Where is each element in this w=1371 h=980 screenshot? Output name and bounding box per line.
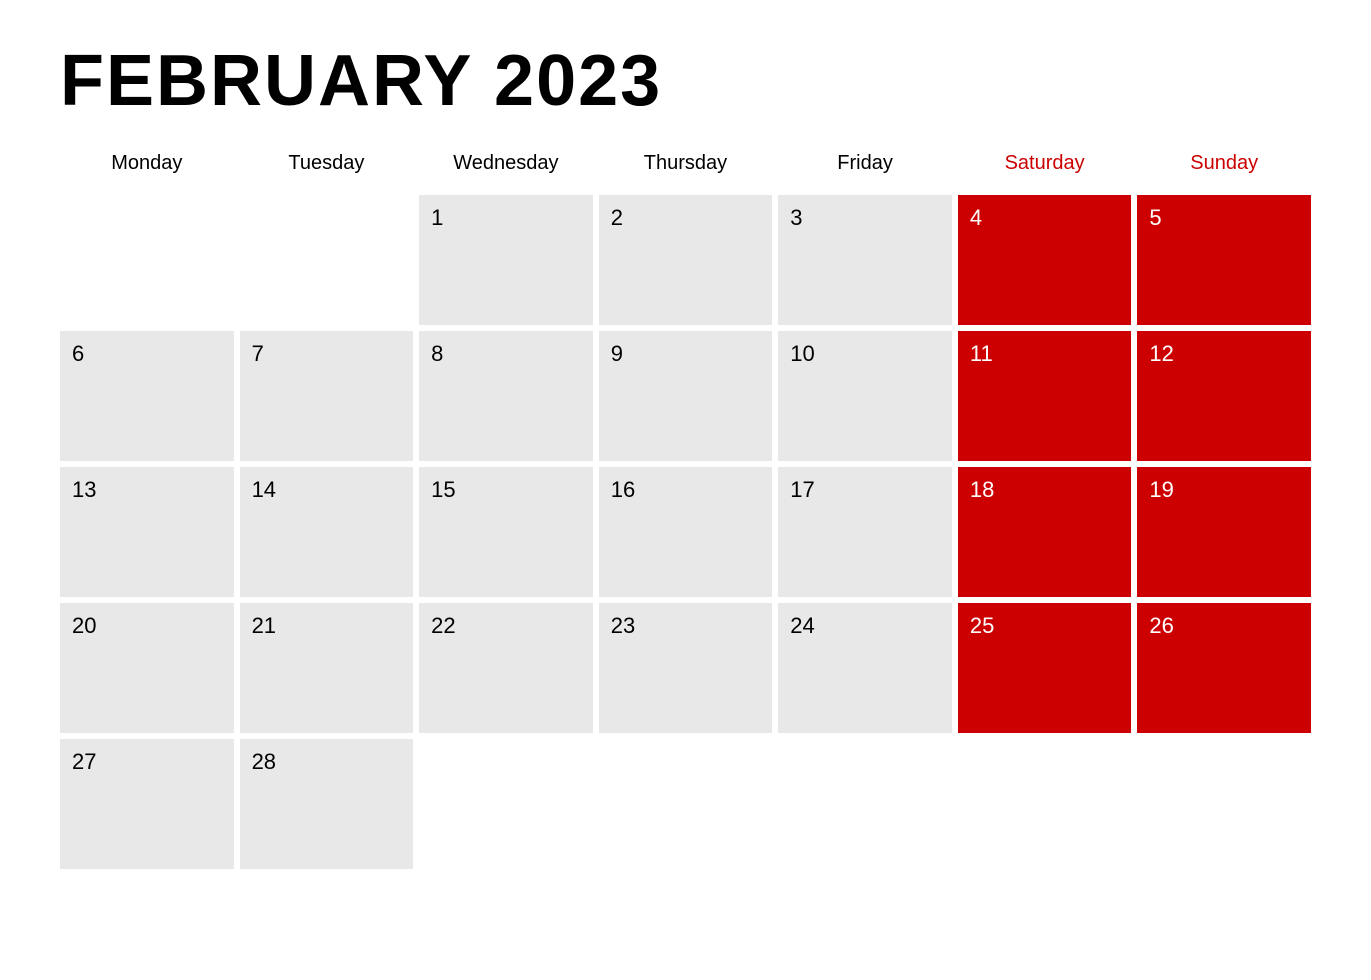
day-cell[interactable]: 28 (240, 739, 414, 869)
day-cell[interactable]: 20 (60, 603, 234, 733)
day-number: 3 (790, 205, 802, 230)
day-cell[interactable]: 11 (958, 331, 1132, 461)
day-cell[interactable] (240, 195, 414, 325)
day-cell[interactable] (1137, 739, 1311, 869)
day-cell[interactable]: 8 (419, 331, 593, 461)
day-cell[interactable] (958, 739, 1132, 869)
day-number: 26 (1149, 613, 1173, 638)
day-cell[interactable] (419, 739, 593, 869)
day-cell[interactable]: 18 (958, 467, 1132, 597)
day-number: 2 (611, 205, 623, 230)
day-cell[interactable]: 24 (778, 603, 952, 733)
calendar-grid: MondayTuesdayWednesdayThursdayFridaySatu… (60, 142, 1311, 869)
day-number: 9 (611, 341, 623, 366)
day-header-friday: Friday (778, 142, 952, 189)
day-number: 17 (790, 477, 814, 502)
day-cell[interactable]: 21 (240, 603, 414, 733)
day-header-wednesday: Wednesday (419, 142, 593, 189)
day-cell[interactable]: 12 (1137, 331, 1311, 461)
day-number: 16 (611, 477, 635, 502)
day-number: 7 (252, 341, 264, 366)
day-cell[interactable]: 4 (958, 195, 1132, 325)
day-cell[interactable]: 2 (599, 195, 773, 325)
day-cell[interactable]: 15 (419, 467, 593, 597)
calendar-container: FEBRUARY 2023 MondayTuesdayWednesdayThur… (0, 0, 1371, 980)
day-number: 22 (431, 613, 455, 638)
day-number: 14 (252, 477, 276, 502)
day-cell[interactable]: 25 (958, 603, 1132, 733)
day-cell[interactable]: 23 (599, 603, 773, 733)
day-number: 25 (970, 613, 994, 638)
day-cell[interactable] (778, 739, 952, 869)
day-cell[interactable] (60, 195, 234, 325)
day-cell[interactable]: 10 (778, 331, 952, 461)
day-cell[interactable]: 22 (419, 603, 593, 733)
day-header-monday: Monday (60, 142, 234, 189)
day-number: 20 (72, 613, 96, 638)
day-header-sunday: Sunday (1137, 142, 1311, 189)
day-cell[interactable]: 27 (60, 739, 234, 869)
day-number: 4 (970, 205, 982, 230)
day-cell[interactable]: 1 (419, 195, 593, 325)
day-cell[interactable]: 17 (778, 467, 952, 597)
day-number: 15 (431, 477, 455, 502)
day-cell[interactable]: 14 (240, 467, 414, 597)
day-number: 1 (431, 205, 443, 230)
day-cell[interactable]: 5 (1137, 195, 1311, 325)
calendar-title: FEBRUARY 2023 (60, 40, 1311, 122)
day-cell[interactable]: 19 (1137, 467, 1311, 597)
day-number: 19 (1149, 477, 1173, 502)
day-number: 24 (790, 613, 814, 638)
day-cell[interactable]: 26 (1137, 603, 1311, 733)
day-cell[interactable]: 6 (60, 331, 234, 461)
day-number: 28 (252, 749, 276, 774)
day-number: 10 (790, 341, 814, 366)
day-header-saturday: Saturday (958, 142, 1132, 189)
day-number: 18 (970, 477, 994, 502)
day-cell[interactable]: 16 (599, 467, 773, 597)
day-number: 6 (72, 341, 84, 366)
day-number: 12 (1149, 341, 1173, 366)
day-number: 11 (970, 341, 993, 366)
day-cell[interactable]: 3 (778, 195, 952, 325)
day-number: 5 (1149, 205, 1161, 230)
day-cell[interactable]: 13 (60, 467, 234, 597)
day-cell[interactable]: 7 (240, 331, 414, 461)
day-header-tuesday: Tuesday (240, 142, 414, 189)
day-number: 23 (611, 613, 635, 638)
day-cell[interactable] (599, 739, 773, 869)
day-header-thursday: Thursday (599, 142, 773, 189)
day-cell[interactable]: 9 (599, 331, 773, 461)
day-number: 21 (252, 613, 276, 638)
day-number: 13 (72, 477, 96, 502)
day-number: 8 (431, 341, 443, 366)
day-number: 27 (72, 749, 96, 774)
